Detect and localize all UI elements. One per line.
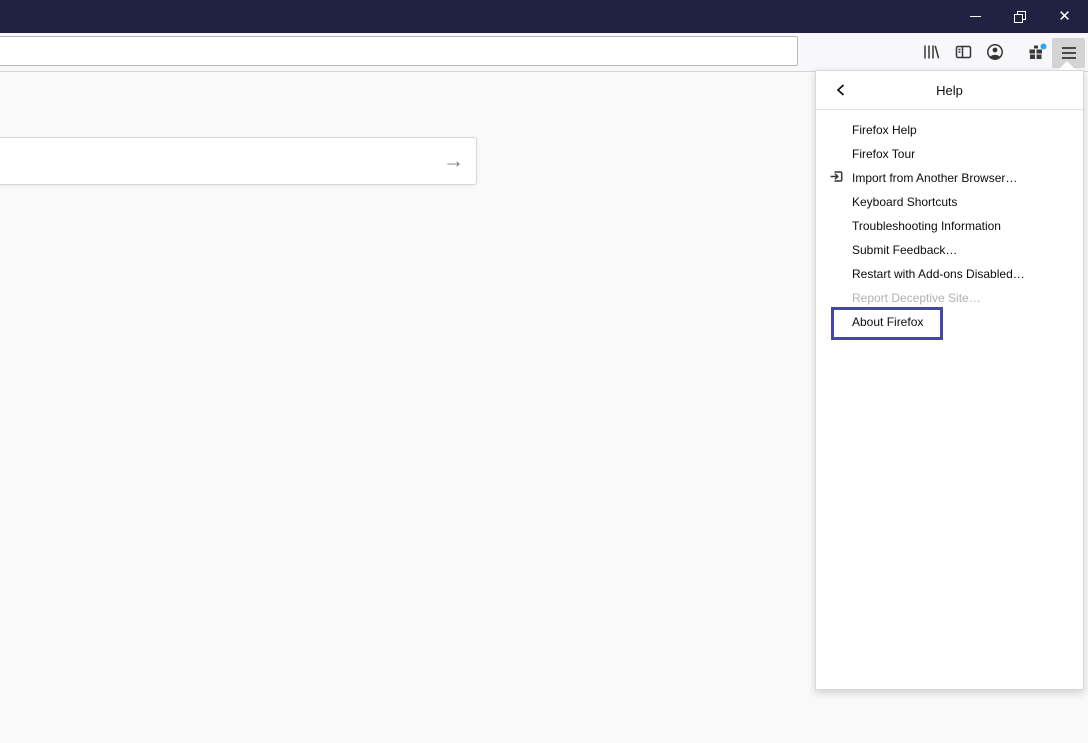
page-search-box[interactable]: → <box>0 137 477 185</box>
panel-arrow-notch <box>1058 61 1076 70</box>
import-icon <box>829 169 844 187</box>
sidebar-button[interactable] <box>948 38 978 66</box>
menu-item-about-firefox[interactable]: About Firefox <box>816 310 1083 334</box>
account-button[interactable] <box>980 38 1010 66</box>
library-icon <box>923 45 939 59</box>
help-menu-panel: Help Firefox Help Firefox Tour Import fr… <box>815 70 1084 690</box>
restore-button[interactable] <box>997 0 1042 33</box>
address-bar[interactable] <box>0 36 798 66</box>
help-menu-items: Firefox Help Firefox Tour Import from An… <box>816 110 1083 334</box>
panel-header: Help <box>816 71 1083 110</box>
menu-item-firefox-help[interactable]: Firefox Help <box>816 118 1083 142</box>
menu-item-keyboard-shortcuts[interactable]: Keyboard Shortcuts <box>816 190 1083 214</box>
notification-dot <box>1040 43 1047 49</box>
panel-title: Help <box>936 83 963 98</box>
menu-item-report-deceptive-site: Report Deceptive Site… <box>852 291 981 305</box>
close-button[interactable]: ✕ <box>1042 0 1087 33</box>
browser-toolbar <box>0 33 1088 72</box>
close-icon: ✕ <box>1058 8 1071 25</box>
whats-new-button[interactable] <box>1022 38 1052 66</box>
minimize-button[interactable] <box>953 0 998 33</box>
minimize-icon <box>970 16 981 17</box>
account-icon <box>987 44 1003 60</box>
hamburger-icon <box>1061 47 1076 59</box>
library-button[interactable] <box>916 38 946 66</box>
menu-item-import-from-another-browser[interactable]: Import from Another Browser… <box>816 166 1083 190</box>
gift-icon <box>1029 43 1047 59</box>
page-search-input[interactable] <box>3 138 423 184</box>
sidebar-icon <box>955 45 971 59</box>
window-titlebar: ✕ <box>0 0 1088 33</box>
menu-item-submit-feedback[interactable]: Submit Feedback… <box>816 238 1083 262</box>
address-bar-input[interactable] <box>0 37 797 65</box>
restore-icon <box>1013 10 1026 23</box>
menu-item-troubleshooting-information[interactable]: Troubleshooting Information <box>816 214 1083 238</box>
search-go-arrow-icon[interactable]: → <box>443 151 464 172</box>
menu-item-restart-with-addons-disabled[interactable]: Restart with Add-ons Disabled… <box>816 262 1083 286</box>
menu-item-firefox-tour[interactable]: Firefox Tour <box>816 142 1083 166</box>
